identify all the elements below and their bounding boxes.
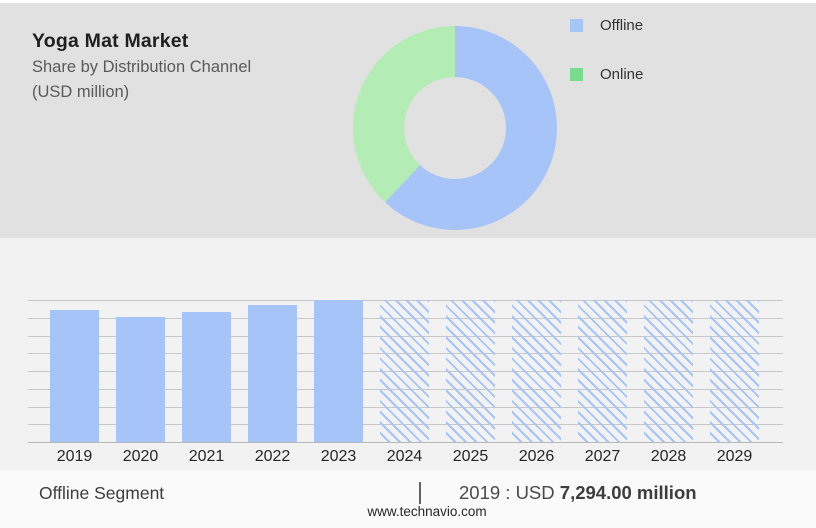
website-url: www.technavio.com	[367, 504, 487, 519]
x-tick-label: 2021	[188, 448, 225, 465]
online-swatch-icon	[570, 67, 583, 81]
bar-2021	[182, 312, 231, 442]
x-tick-label: 2026	[518, 448, 555, 465]
x-axis-line	[28, 442, 783, 443]
x-tick-label: 2022	[254, 448, 291, 465]
x-tick-label: 2024	[386, 448, 423, 465]
legend-item-online: Online	[570, 65, 644, 83]
bar-2027-forecast	[578, 300, 627, 442]
subtitle-line-2: (USD million)	[32, 82, 130, 101]
page-subtitle: Share by Distribution Channel (USD millio…	[32, 55, 251, 104]
bar-2025-forecast	[446, 300, 495, 442]
x-tick-label: 2027	[584, 448, 621, 465]
x-tick-label: 2025	[452, 448, 489, 465]
x-tick-label: 2019	[56, 448, 93, 465]
x-tick-label: 2020	[122, 448, 159, 465]
bar-2023	[314, 300, 363, 442]
header-panel: Yoga Mat Market Share by Distribution Ch…	[0, 3, 816, 238]
chart-panel: 2019 2020 2021 2022 2023 2024 2025 2026 2027 2028…	[0, 238, 816, 528]
bar-2028-forecast	[644, 300, 693, 442]
x-tick-label: 2023	[320, 448, 357, 465]
offline-swatch-icon	[570, 18, 583, 32]
bar-chart: 2019 2020 2021 2022 2023 2024 2025 2026 2027 2028…	[28, 300, 783, 465]
legend-label-offline: Offline	[600, 16, 644, 34]
value-amount: 7,294.00 million	[559, 482, 697, 503]
legend-item-offline: Offline	[570, 16, 644, 34]
donut-chart	[353, 26, 557, 230]
subtitle-line-1: Share by Distribution Channel	[32, 58, 252, 76]
segment-label: Offline Segment	[39, 483, 165, 503]
bar-2019	[50, 310, 99, 442]
bar-2022	[248, 305, 297, 442]
bar-2026-forecast	[512, 300, 561, 442]
x-tick-label: 2028	[650, 448, 687, 465]
legend-label-online: Online	[600, 65, 644, 83]
bar-2029-forecast	[710, 300, 759, 442]
bar-2024-forecast	[380, 300, 429, 442]
page-title: Yoga Mat Market	[32, 30, 189, 52]
x-tick-label: 2029	[716, 448, 753, 465]
separator-bar: |	[417, 478, 423, 504]
value-annotation: 2019 : USD 7,294.00 million	[459, 482, 697, 504]
value-prefix: 2019 : USD	[459, 482, 560, 503]
infographic-root: Yoga Mat Market Share by Distribution Ch…	[0, 0, 816, 528]
bar-2020	[116, 317, 165, 442]
